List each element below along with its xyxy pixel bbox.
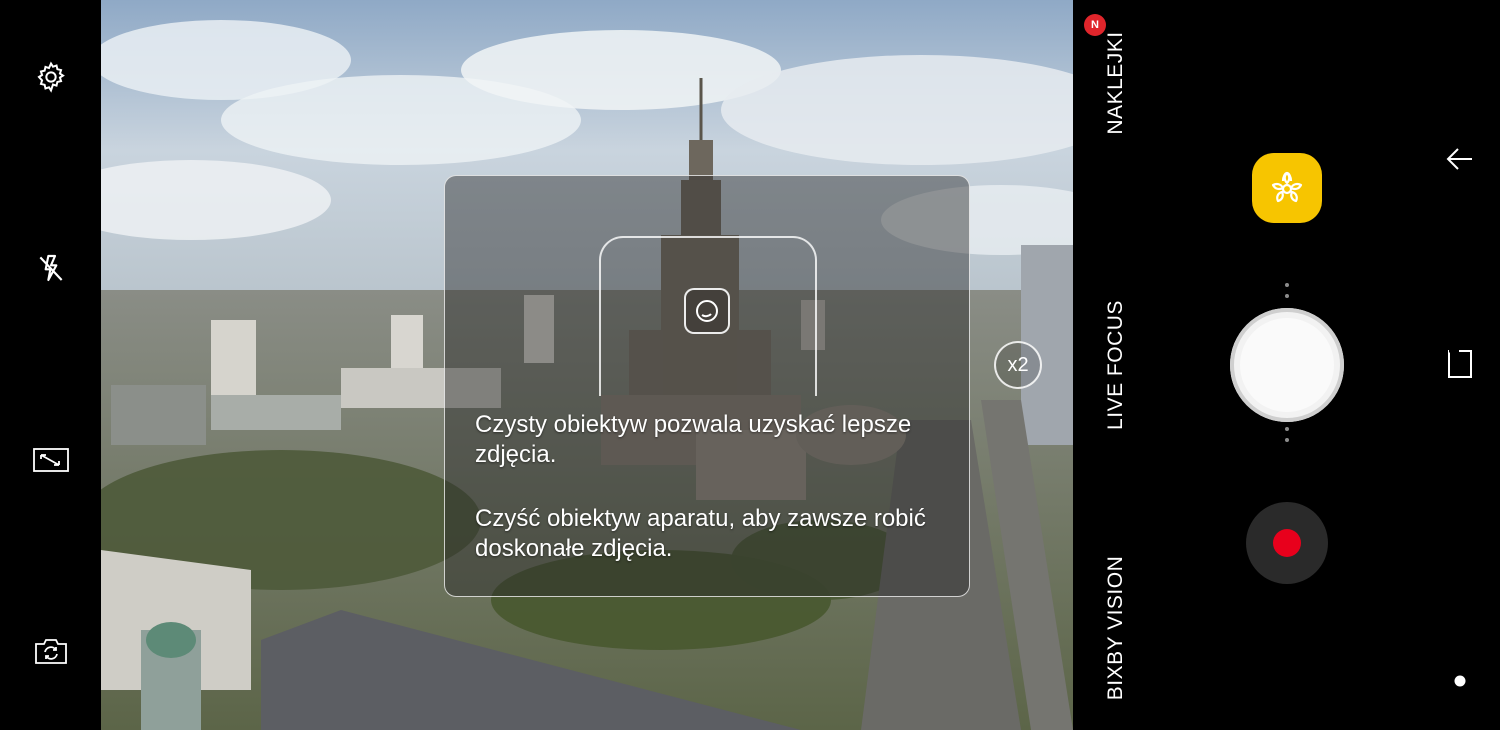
flash-button[interactable]	[25, 242, 77, 294]
bixby-button[interactable]	[1252, 153, 1322, 223]
aspect-ratio-button[interactable]	[25, 434, 77, 486]
right-control-panel	[1159, 0, 1500, 730]
switch-camera-button[interactable]	[25, 626, 77, 678]
aspect-ratio-icon	[33, 448, 69, 472]
camera-lens-icon	[684, 288, 730, 334]
shutter-button[interactable]	[1230, 308, 1344, 422]
lens-cleaning-tip: Czysty obiektyw pozwala uzyskać lepsze z…	[444, 175, 970, 597]
switch-camera-icon	[35, 639, 67, 664]
record-icon	[1273, 529, 1301, 557]
mode-stickers[interactable]: NAKLEJKI	[1104, 31, 1128, 134]
shutter-icon	[1240, 318, 1334, 412]
back-button[interactable]	[1442, 141, 1478, 177]
tip-message-secondary: Czyść obiektyw aparatu, aby zawsze robić…	[475, 505, 926, 562]
home-button[interactable]	[1442, 663, 1478, 699]
left-control-bar	[0, 0, 101, 730]
camera-app: Czysty obiektyw pozwala uzyskać lepsze z…	[0, 0, 1500, 730]
recent-apps-icon	[1448, 349, 1472, 378]
camera-viewfinder[interactable]: Czysty obiektyw pozwala uzyskać lepsze z…	[101, 0, 1073, 730]
flash-off-icon	[39, 254, 63, 282]
tip-message-primary: Czysty obiektyw pozwala uzyskać lepsze z…	[475, 411, 912, 468]
mode-live-focus[interactable]: LIVE FOCUS	[1104, 300, 1128, 430]
mode-bixby-vision[interactable]: BIXBY VISION	[1104, 556, 1128, 701]
settings-button[interactable]	[25, 51, 77, 103]
recent-apps-button[interactable]	[1442, 345, 1478, 381]
back-arrow-icon	[1446, 148, 1472, 170]
home-dot-icon	[1454, 675, 1466, 687]
shutter-bottom-dots	[1285, 427, 1289, 449]
camera-mode-strip: N NAKLEJKI LIVE FOCUS BIXBY VISION	[1073, 0, 1159, 730]
bixby-flower-icon	[1271, 171, 1303, 203]
new-badge: N	[1084, 14, 1106, 36]
record-video-button[interactable]	[1246, 502, 1328, 584]
gear-icon	[37, 61, 65, 93]
zoom-button[interactable]: x2	[994, 341, 1042, 389]
shutter-top-dots	[1285, 283, 1289, 305]
